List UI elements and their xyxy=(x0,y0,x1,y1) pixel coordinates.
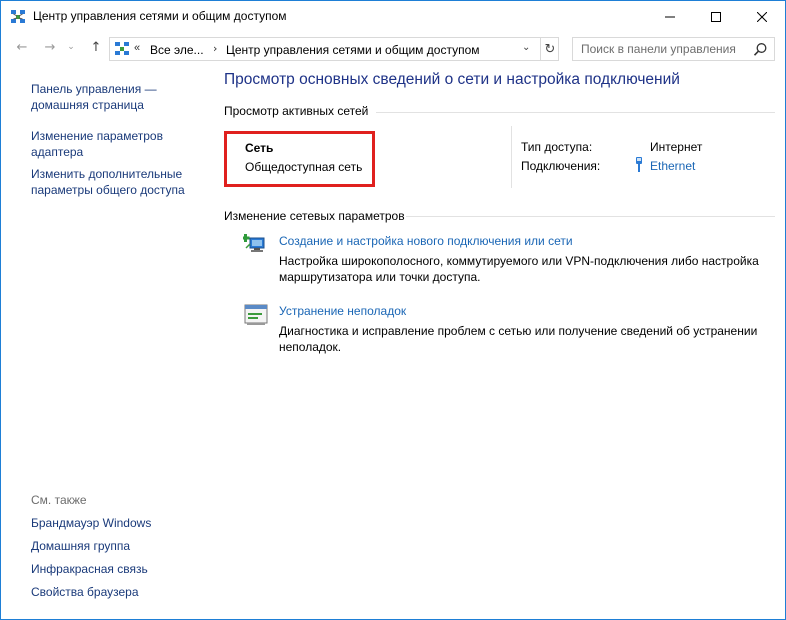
window: Центр управления сетями и общим доступом… xyxy=(0,0,786,620)
highlight-box xyxy=(224,131,375,187)
refresh-button[interactable]: ↻ xyxy=(540,37,559,61)
network-category-link[interactable]: Общедоступная сеть xyxy=(245,160,362,174)
breadcrumb-separator[interactable]: › xyxy=(213,42,217,55)
breadcrumb-all-items[interactable]: Все эле... xyxy=(150,43,204,57)
maximize-button[interactable] xyxy=(693,1,739,32)
control-panel-icon xyxy=(115,42,129,55)
sidebar-link-adapter-settings[interactable]: Изменение параметров адаптера xyxy=(31,128,201,160)
minimize-button[interactable] xyxy=(647,1,693,32)
task-link-new-connection[interactable]: Создание и настройка нового подключения … xyxy=(279,234,573,248)
search-icon[interactable] xyxy=(753,42,768,57)
window-title: Центр управления сетями и общим доступом xyxy=(33,9,287,23)
search-box[interactable] xyxy=(572,37,775,61)
troubleshoot-icon xyxy=(244,304,268,325)
change-settings-heading: Изменение сетевых параметров xyxy=(224,209,405,223)
new-connection-icon xyxy=(243,234,265,252)
active-networks-heading: Просмотр активных сетей xyxy=(224,104,369,118)
see-also-heading: См. также xyxy=(31,493,87,507)
ethernet-icon xyxy=(636,157,642,172)
close-icon xyxy=(757,11,767,22)
see-also-link-firewall[interactable]: Брандмауэр Windows xyxy=(31,516,151,530)
task-description-new-connection: Настройка широкополосного, коммутируемог… xyxy=(279,254,759,284)
back-button[interactable]: ← xyxy=(13,38,31,56)
see-also-link-browser-properties[interactable]: Свойства браузера xyxy=(31,585,139,599)
network-center-icon xyxy=(11,10,25,23)
sidebar-link-control-panel-home[interactable]: Панель управления — домашняя страница xyxy=(31,81,201,113)
connections-label: Подключения: xyxy=(521,159,601,173)
search-input[interactable] xyxy=(573,38,748,60)
task-description-troubleshoot: Диагностика и исправление проблем с сеть… xyxy=(279,324,758,354)
address-overflow-button[interactable]: « xyxy=(134,42,140,54)
title-bar: Центр управления сетями и общим доступом xyxy=(1,1,785,32)
page-title: Просмотр основных сведений о сети и наст… xyxy=(224,71,680,88)
access-type-value: Интернет xyxy=(650,140,703,154)
minimize-icon xyxy=(665,16,675,17)
see-also-link-infrared[interactable]: Инфракрасная связь xyxy=(31,562,148,576)
recent-locations-button[interactable]: ⌄ xyxy=(64,38,78,56)
section-divider xyxy=(406,216,775,217)
navigation-bar: ← → ⌄ ↑ « Все эле... › Центр управления … xyxy=(1,34,785,62)
close-button[interactable] xyxy=(739,1,785,32)
breadcrumb-current[interactable]: Центр управления сетями и общим доступом xyxy=(226,43,480,57)
task-link-troubleshoot[interactable]: Устранение неполадок xyxy=(279,304,406,318)
address-bar[interactable]: « Все эле... › Центр управления сетями и… xyxy=(109,37,559,61)
network-name: Сеть xyxy=(245,141,274,155)
section-divider xyxy=(376,112,775,113)
sidebar-link-advanced-sharing[interactable]: Изменить дополнительные параметры общего… xyxy=(31,166,206,198)
see-also-link-homegroup[interactable]: Домашняя группа xyxy=(31,539,130,553)
access-type-label: Тип доступа: xyxy=(521,140,593,154)
maximize-icon xyxy=(711,11,721,22)
address-dropdown-button[interactable]: ⌄ xyxy=(522,42,530,53)
vertical-divider xyxy=(511,126,512,188)
ethernet-link[interactable]: Ethernet xyxy=(650,159,695,173)
forward-button[interactable]: → xyxy=(41,38,59,56)
up-button[interactable]: ↑ xyxy=(87,38,105,56)
left-pane: Панель управления — домашняя страница Из… xyxy=(1,63,211,619)
